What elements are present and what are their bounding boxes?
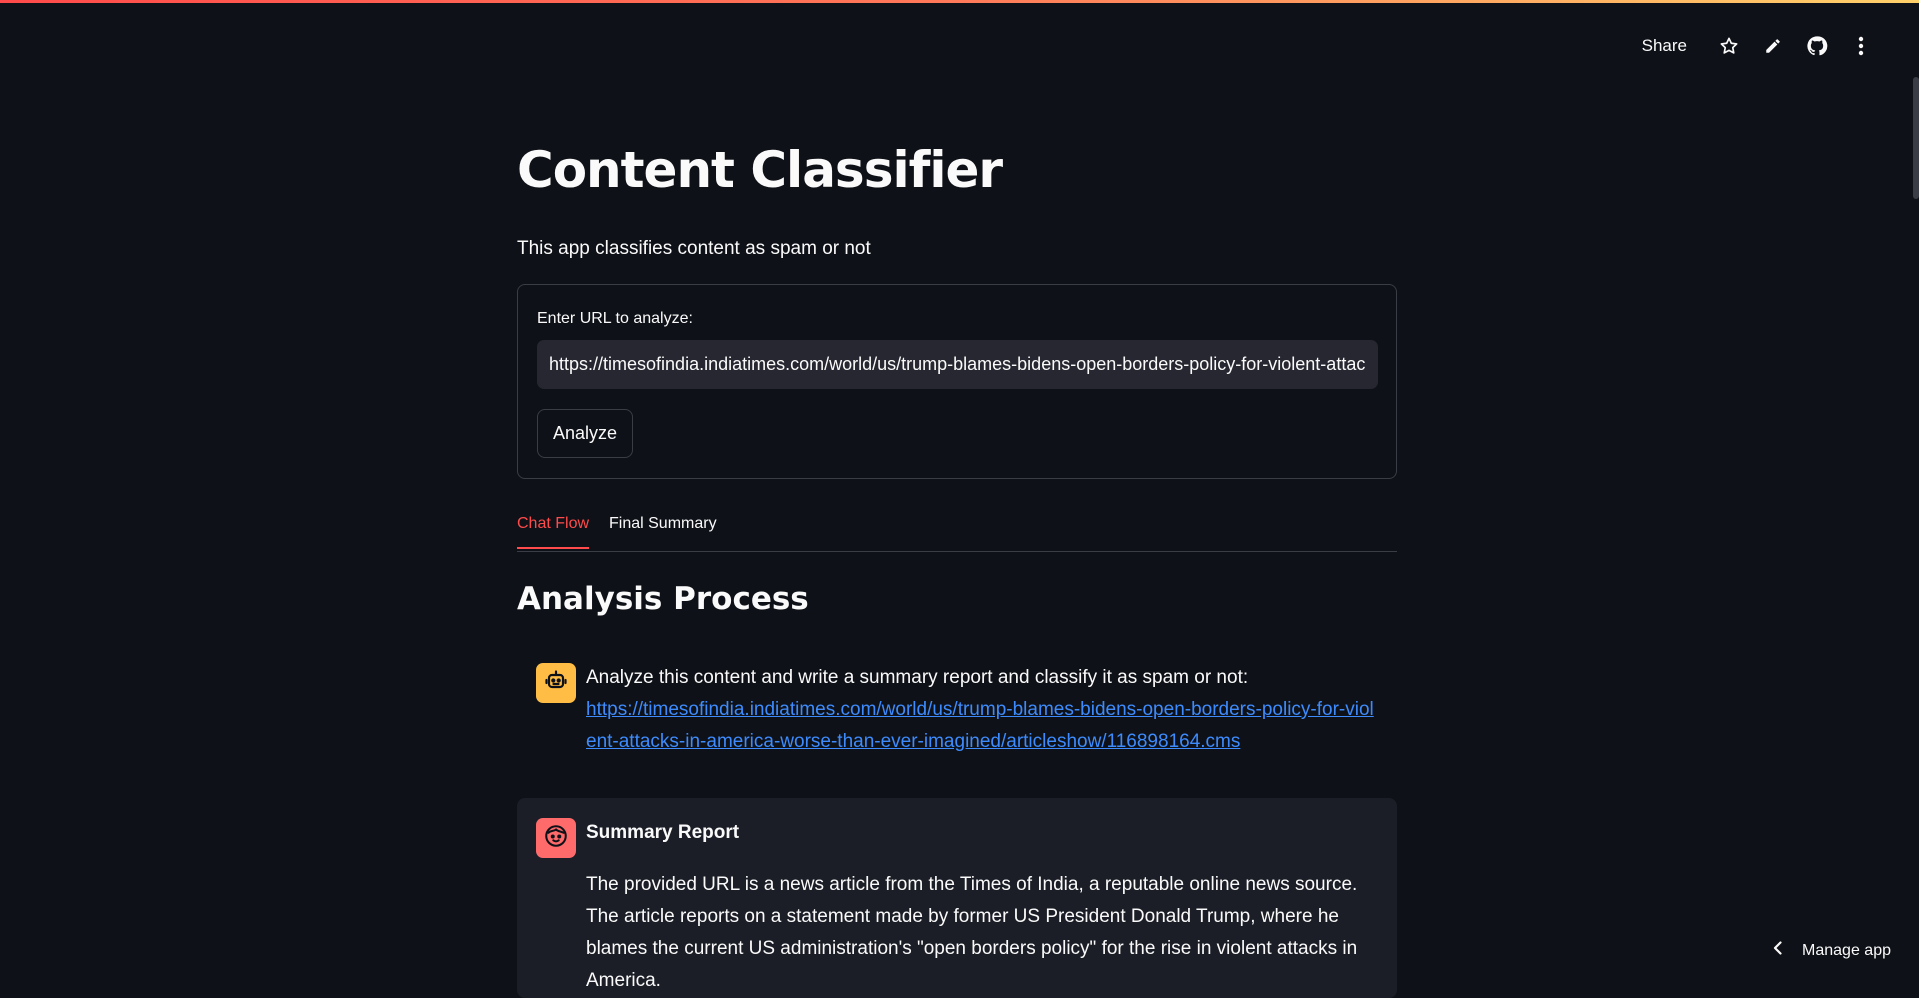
url-form: Enter URL to analyze: Analyze xyxy=(517,284,1397,479)
star-button[interactable] xyxy=(1707,28,1751,64)
chevron-left-icon xyxy=(1772,940,1784,961)
url-input-label: Enter URL to analyze: xyxy=(537,310,693,328)
user-message: Analyze this content and write a summary… xyxy=(517,648,1397,778)
robot-icon xyxy=(544,669,568,698)
user-message-text: Analyze this content and write a summary… xyxy=(586,662,1376,694)
assistant-avatar xyxy=(536,818,576,858)
page-scrollbar[interactable] xyxy=(1913,77,1919,199)
tab-chat-flow[interactable]: Chat Flow xyxy=(517,515,589,549)
star-icon xyxy=(1719,36,1739,56)
url-input[interactable] xyxy=(537,340,1378,389)
github-button[interactable] xyxy=(1795,28,1839,64)
main-menu-button[interactable] xyxy=(1839,28,1883,64)
app-toolbar: Share xyxy=(1632,28,1883,64)
user-avatar xyxy=(536,663,576,703)
page-title: Content Classifier xyxy=(517,145,1002,195)
github-icon xyxy=(1806,35,1828,57)
tab-final-summary[interactable]: Final Summary xyxy=(609,515,717,547)
page-subtitle: This app classifies content as spam or n… xyxy=(517,237,871,261)
edit-button[interactable] xyxy=(1751,28,1795,64)
analyze-button[interactable]: Analyze xyxy=(537,409,633,458)
kebab-menu-icon xyxy=(1858,36,1864,56)
pencil-icon xyxy=(1764,37,1782,55)
article-link[interactable]: https://timesofindia.indiatimes.com/worl… xyxy=(586,699,1374,752)
share-button[interactable]: Share xyxy=(1632,30,1697,62)
face-icon xyxy=(543,823,569,854)
top-decoration-stripe xyxy=(0,0,1919,3)
manage-app-label: Manage app xyxy=(1802,942,1891,960)
assistant-message-body: Summary Report The provided URL is a new… xyxy=(586,817,1376,997)
manage-app-button[interactable]: Manage app xyxy=(1772,940,1891,961)
summary-title: Summary Report xyxy=(586,817,1376,849)
user-message-body: Analyze this content and write a summary… xyxy=(586,662,1376,758)
assistant-message: Summary Report The provided URL is a new… xyxy=(517,798,1397,998)
section-heading: Analysis Process xyxy=(517,584,809,615)
tab-bar: Chat Flow Final Summary xyxy=(517,507,1397,552)
summary-text: The provided URL is a news article from … xyxy=(586,869,1376,997)
